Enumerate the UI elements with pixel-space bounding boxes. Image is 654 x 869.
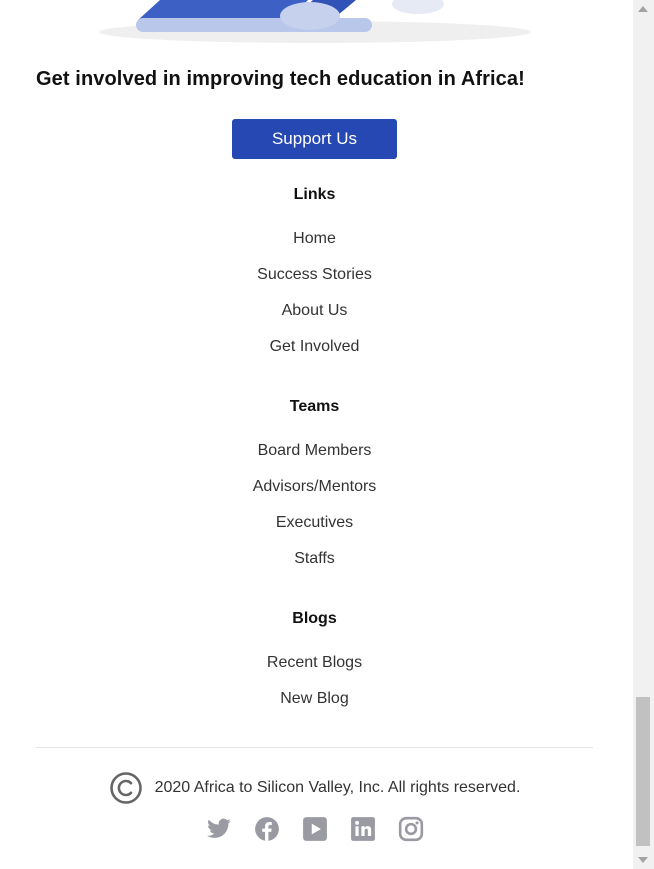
blogs-section-title: Blogs <box>292 610 337 627</box>
footer-link-board-members[interactable]: Board Members <box>0 442 629 460</box>
twitter-icon[interactable] <box>206 816 232 842</box>
footer-link-success-stories[interactable]: Success Stories <box>0 266 629 284</box>
scrollbar[interactable] <box>633 0 654 869</box>
linkedin-icon[interactable] <box>350 816 376 842</box>
social-icons <box>0 816 629 842</box>
scroll-up-arrow-icon[interactable] <box>638 6 648 12</box>
copyright-icon <box>109 772 142 804</box>
footer-divider <box>36 747 593 748</box>
footer-link-staffs[interactable]: Staffs <box>0 550 629 568</box>
youtube-icon[interactable] <box>302 816 328 842</box>
footer-link-recent-blogs[interactable]: Recent Blogs <box>0 654 629 672</box>
footer-link-home[interactable]: Home <box>0 230 629 248</box>
footer-link-get-involved[interactable]: Get Involved <box>0 338 629 356</box>
hero-illustration <box>99 0 531 43</box>
teams-section-title: Teams <box>289 398 340 415</box>
links-section-title: Links <box>293 186 336 203</box>
scroll-down-arrow-icon[interactable] <box>638 857 648 863</box>
page-footer-area: Get involved in improving tech education… <box>0 0 633 869</box>
footer-link-about-us[interactable]: About Us <box>0 302 629 320</box>
footer-link-executives[interactable]: Executives <box>0 514 629 532</box>
scrollbar-thumb[interactable] <box>636 697 650 846</box>
facebook-icon[interactable] <box>254 816 280 842</box>
copyright-row: 2020 Africa to Silicon Valley, Inc. All … <box>0 770 629 806</box>
footer-link-new-blog[interactable]: New Blog <box>0 690 629 708</box>
copyright-text: 2020 Africa to Silicon Valley, Inc. All … <box>154 779 521 796</box>
get-involved-heading: Get involved in improving tech education… <box>36 68 525 90</box>
footer-link-advisors-mentors[interactable]: Advisors/Mentors <box>0 478 629 496</box>
support-us-button[interactable]: Support Us <box>232 119 397 159</box>
instagram-icon[interactable] <box>398 816 424 842</box>
